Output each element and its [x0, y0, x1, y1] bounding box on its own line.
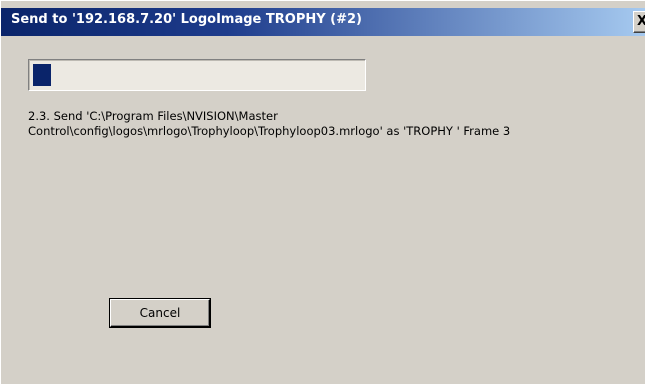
- close-button[interactable]: X: [633, 11, 645, 33]
- status-line-2: Control\config\logos\mrlogo\Trophyloop\T…: [28, 124, 511, 138]
- status-text: 2.3. Send 'C:\Program Files\NVISION\Mast…: [28, 109, 638, 139]
- send-dialog: Send to '192.168.7.20' LogoImage TROPHY …: [0, 0, 645, 384]
- status-line-1: 2.3. Send 'C:\Program Files\NVISION\Mast…: [28, 109, 278, 123]
- window-title: Send to '192.168.7.20' LogoImage TROPHY …: [11, 12, 362, 27]
- progress-fill: [33, 64, 51, 86]
- progress-bar: [28, 59, 366, 91]
- cancel-button[interactable]: Cancel: [110, 299, 210, 327]
- close-icon: X: [637, 14, 645, 29]
- title-bar[interactable]: Send to '192.168.7.20' LogoImage TROPHY …: [1, 8, 645, 36]
